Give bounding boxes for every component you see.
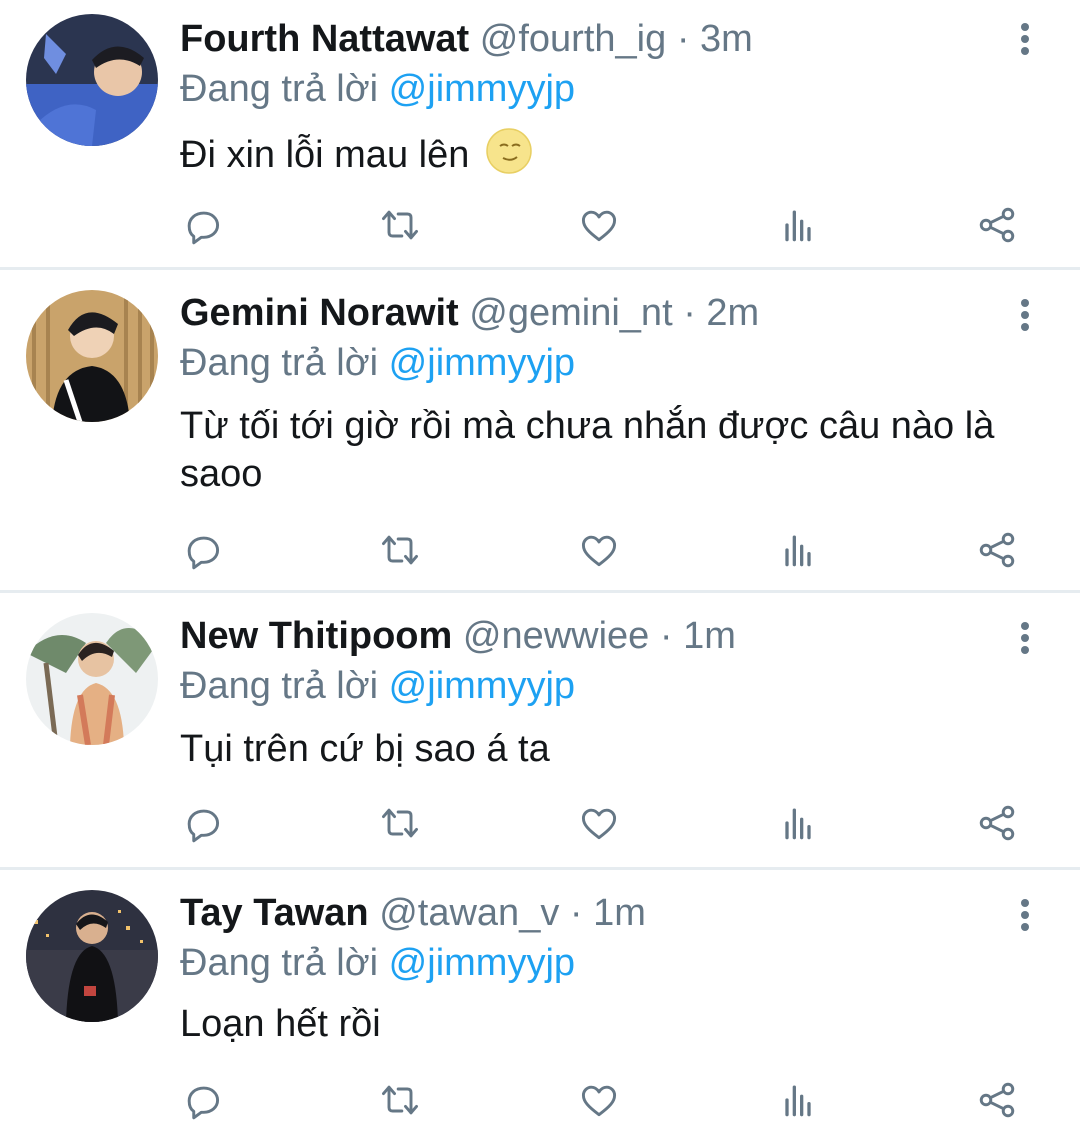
analytics-icon[interactable] — [776, 203, 820, 247]
mention-link[interactable]: @jimmyyjp — [389, 665, 575, 707]
handle[interactable]: @gemini_nt — [469, 292, 672, 334]
timestamp[interactable]: 3m — [700, 18, 753, 60]
share-icon[interactable] — [975, 1078, 1019, 1122]
more-options-icon[interactable] — [1010, 20, 1040, 60]
avatar[interactable] — [26, 290, 158, 422]
tweet-text-content: Loạn hết rồi — [180, 1003, 381, 1045]
tweet-header: New Thitipoom @newwiee · 1m — [180, 613, 736, 659]
replying-to: Đang trả lời @jimmyyjp — [180, 940, 575, 986]
analytics-icon[interactable] — [776, 801, 820, 845]
retweet-icon[interactable] — [378, 1078, 422, 1122]
reply-icon[interactable] — [180, 528, 224, 572]
more-options-icon[interactable] — [1010, 296, 1040, 336]
reply-icon[interactable] — [180, 203, 224, 247]
more-options-icon[interactable] — [1010, 896, 1040, 936]
display-name[interactable]: Tay Tawan — [180, 892, 369, 934]
more-options-icon[interactable] — [1010, 619, 1040, 659]
tweet[interactable]: Fourth Nattawat @fourth_ig · 3m Đang trả… — [0, 0, 1080, 270]
tweet-text-content: Đi xin lỗi mau lên — [180, 134, 470, 177]
display-name[interactable]: Gemini Norawit — [180, 292, 459, 334]
reply-feed: Fourth Nattawat @fourth_ig · 3m Đang trả… — [0, 0, 1080, 1135]
tweet-actions — [180, 801, 1040, 851]
tweet-text: Từ tối tới giờ rồi mà chưa nhắn được câu… — [180, 402, 1060, 498]
retweet-icon[interactable] — [378, 203, 422, 247]
display-name[interactable]: Fourth Nattawat — [180, 18, 469, 60]
share-icon[interactable] — [975, 203, 1019, 247]
display-name[interactable]: New Thitipoom — [180, 615, 452, 657]
tweet-actions — [180, 1078, 1040, 1128]
tweet-header: Tay Tawan @tawan_v · 1m — [180, 890, 646, 936]
replying-prefix: Đang trả lời — [180, 665, 379, 707]
timestamp[interactable]: 1m — [683, 615, 736, 657]
meta-separator: · — [659, 615, 673, 657]
share-icon[interactable] — [975, 801, 1019, 845]
timestamp[interactable]: 1m — [593, 892, 646, 934]
replying-prefix: Đang trả lời — [180, 68, 379, 110]
timestamp[interactable]: 2m — [706, 292, 759, 334]
replying-to: Đang trả lời @jimmyyjp — [180, 66, 575, 112]
reply-icon[interactable] — [180, 801, 224, 845]
tweet[interactable]: New Thitipoom @newwiee · 1m Đang trả lời… — [0, 593, 1080, 870]
tweet-text-content: Tụi trên cứ bị sao á ta — [180, 728, 550, 770]
avatar[interactable] — [26, 14, 158, 146]
avatar[interactable] — [26, 890, 158, 1022]
tweet-text-content: Từ tối tới giờ rồi mà chưa nhắn được câu… — [180, 405, 995, 495]
replying-prefix: Đang trả lời — [180, 342, 379, 384]
share-icon[interactable] — [975, 528, 1019, 572]
like-icon[interactable] — [577, 528, 621, 572]
avatar[interactable] — [26, 613, 158, 745]
tweet[interactable]: Gemini Norawit @gemini_nt · 2m Đang trả … — [0, 270, 1080, 593]
meta-separator: · — [676, 18, 690, 60]
analytics-icon[interactable] — [776, 1078, 820, 1122]
handle[interactable]: @newwiee — [463, 615, 649, 657]
meta-separator: · — [569, 892, 583, 934]
mention-link[interactable]: @jimmyyjp — [389, 68, 575, 110]
mention-link[interactable]: @jimmyyjp — [389, 942, 575, 984]
like-icon[interactable] — [577, 801, 621, 845]
meta-separator: · — [683, 292, 696, 334]
tweet-actions — [180, 203, 1040, 253]
tweet-actions — [180, 528, 1040, 578]
tweet-header: Fourth Nattawat @fourth_ig · 3m — [180, 16, 753, 62]
replying-prefix: Đang trả lời — [180, 942, 379, 984]
retweet-icon[interactable] — [378, 801, 422, 845]
tweet-text: Đi xin lỗi mau lên — [180, 128, 1060, 186]
like-icon[interactable] — [577, 1078, 621, 1122]
tweet-header: Gemini Norawit @gemini_nt · 2m — [180, 290, 759, 336]
replying-to: Đang trả lời @jimmyyjp — [180, 340, 575, 386]
like-icon[interactable] — [577, 203, 621, 247]
tweet[interactable]: Tay Tawan @tawan_v · 1m Đang trả lời @ji… — [0, 870, 1080, 1135]
mention-link[interactable]: @jimmyyjp — [389, 342, 575, 384]
tweet-text: Tụi trên cứ bị sao á ta — [180, 725, 1060, 773]
tweet-text: Loạn hết rồi — [180, 1000, 1060, 1048]
analytics-icon[interactable] — [776, 528, 820, 572]
retweet-icon[interactable] — [378, 528, 422, 572]
replying-to: Đang trả lời @jimmyyjp — [180, 663, 575, 709]
reply-icon[interactable] — [180, 1078, 224, 1122]
handle[interactable]: @tawan_v — [379, 892, 559, 934]
moon-face-emoji — [486, 128, 532, 186]
handle[interactable]: @fourth_ig — [480, 18, 666, 60]
